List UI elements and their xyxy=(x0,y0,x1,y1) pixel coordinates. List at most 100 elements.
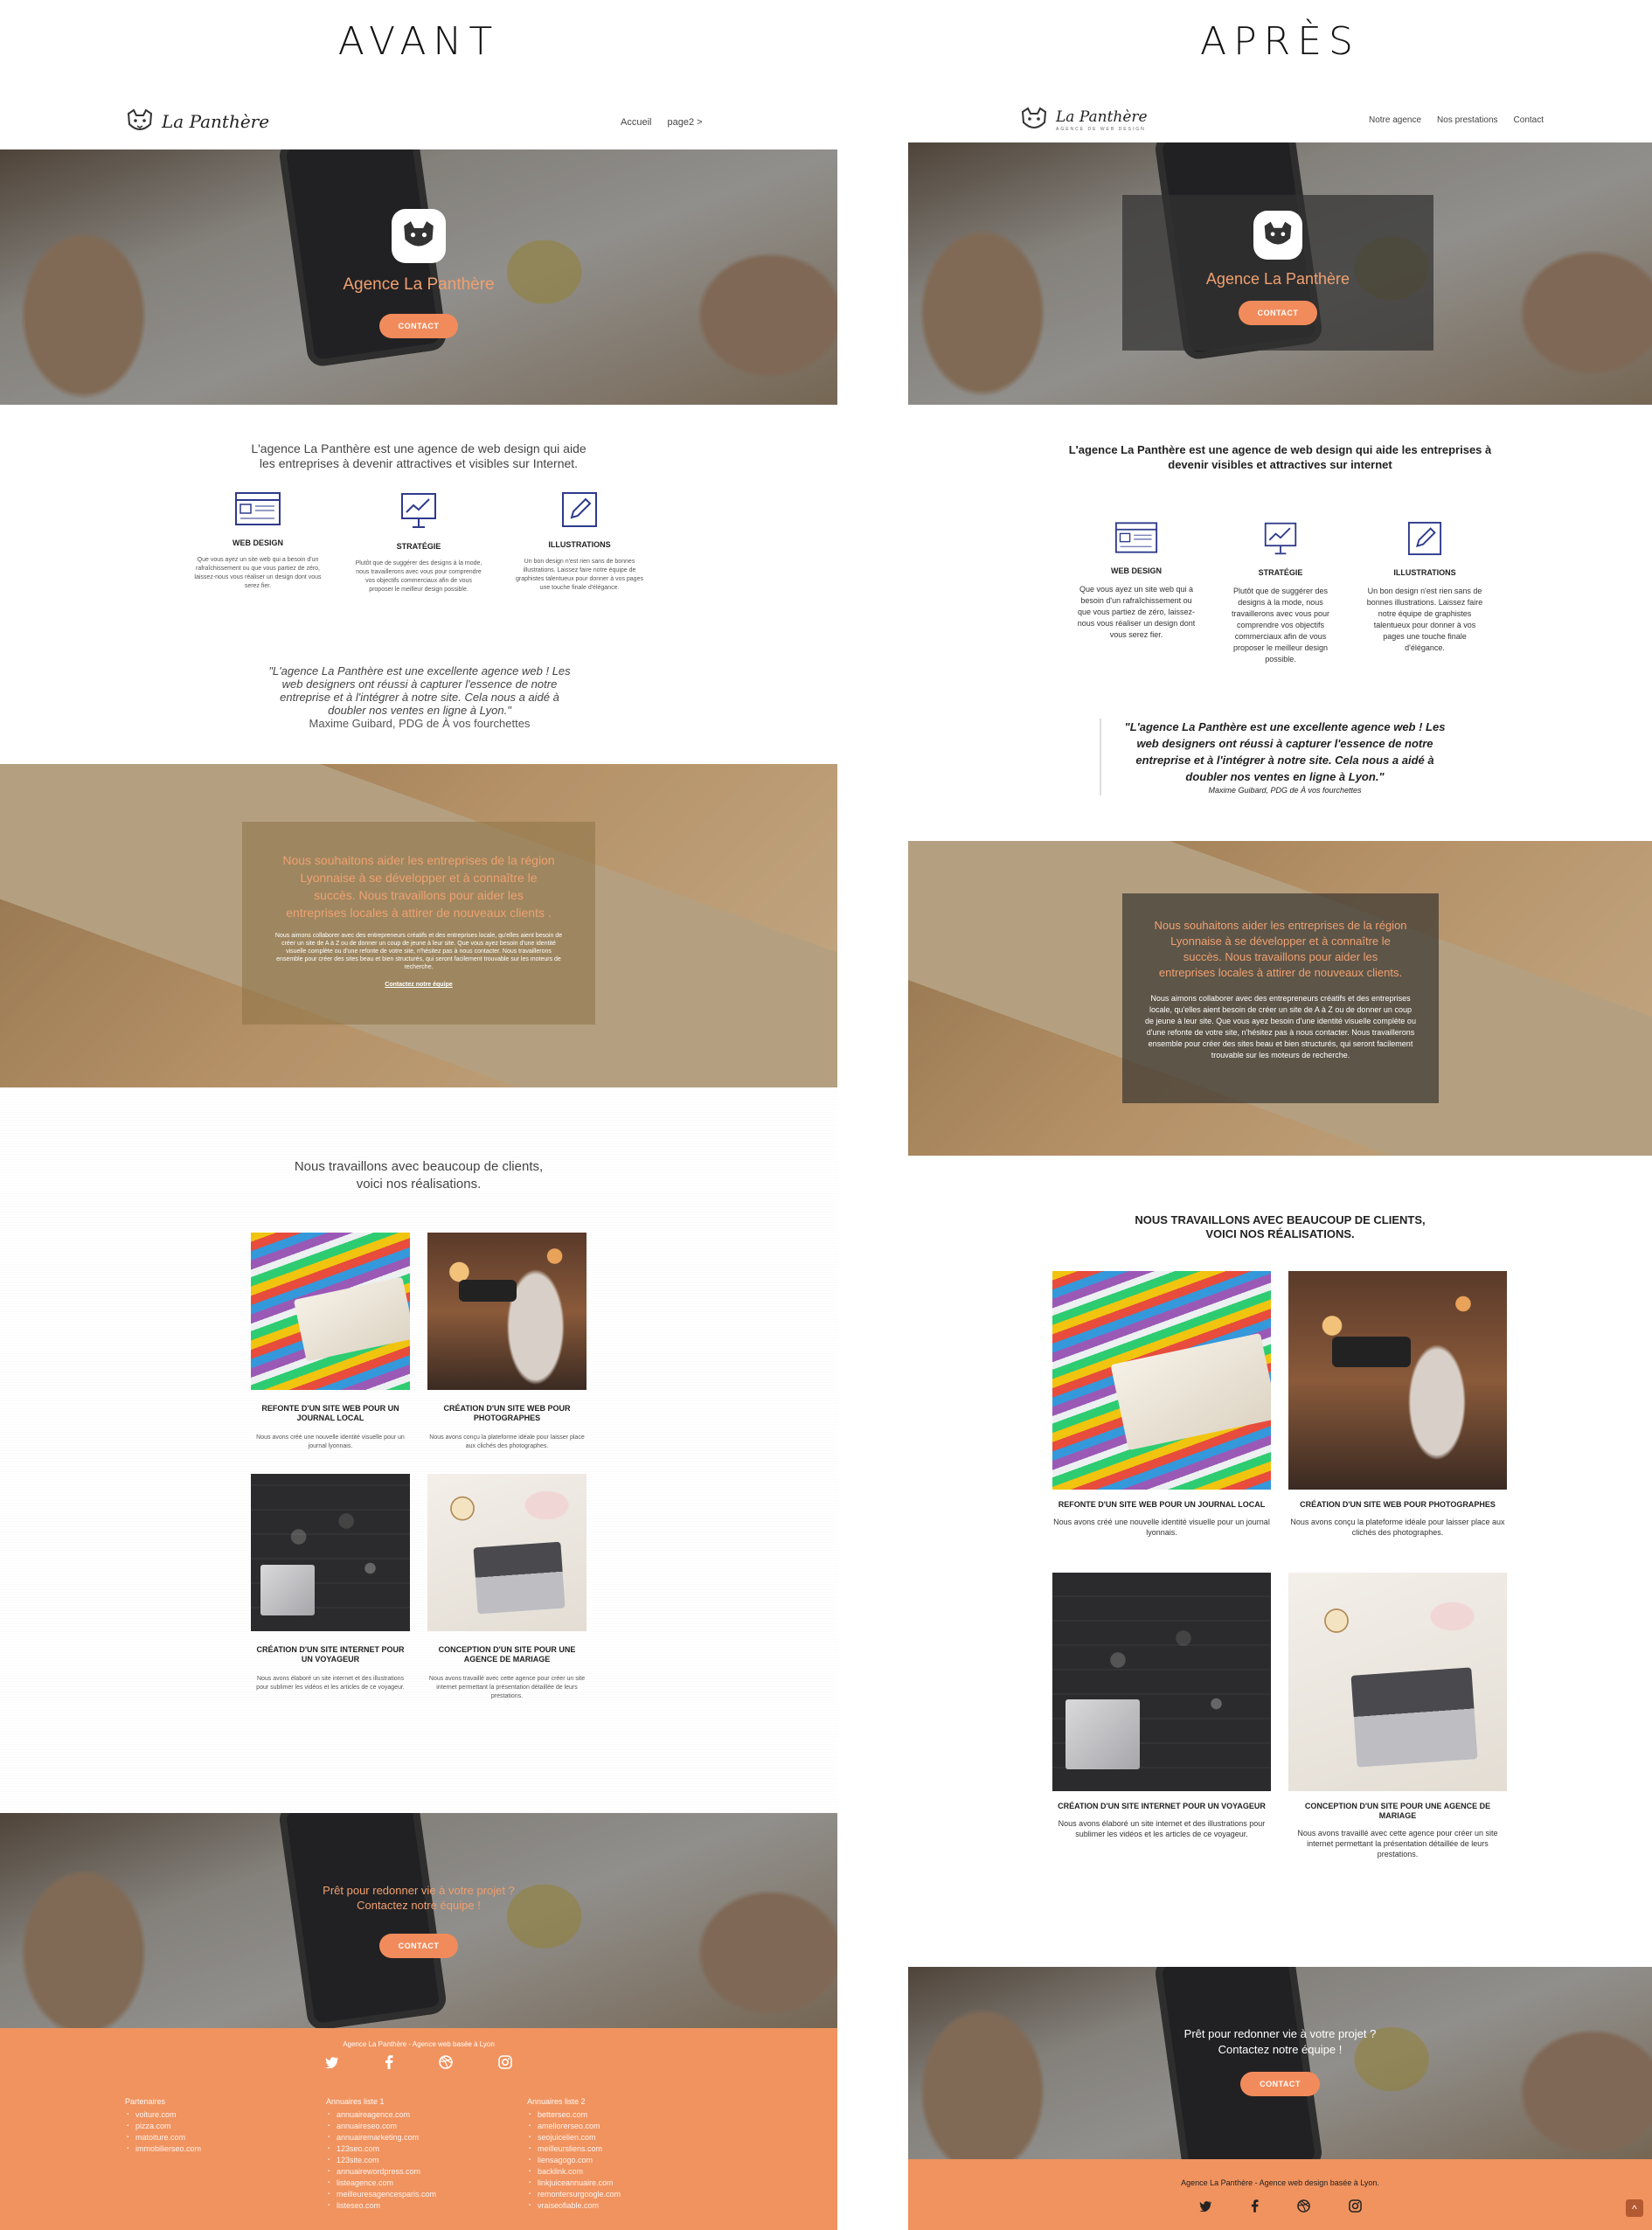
avant-directory: Partenaires voiture.com pizza.com matoit… xyxy=(125,2096,641,2212)
directory-link[interactable]: immobilierseo.com xyxy=(125,2143,239,2155)
apres-quote-author: Maxime Guibard, PDG de À vos fourchettes xyxy=(1208,786,1362,795)
apres-work-card[interactable]: CRÉATION D'UN SITE INTERNET POUR UN VOYA… xyxy=(1052,1573,1271,1859)
instagram-icon[interactable] xyxy=(498,2055,512,2069)
avant-quote-line: "L'agence La Panthère est une excellente… xyxy=(268,664,571,677)
directory-link[interactable]: ameliorerseo.com xyxy=(527,2121,641,2132)
directory-link[interactable]: betterseo.com xyxy=(527,2109,641,2121)
avant-work-title: CONCEPTION D'UN SITE POUR UNE AGENCE DE … xyxy=(438,1645,576,1664)
directory-link[interactable]: annuaireagence.com xyxy=(326,2109,440,2121)
twitter-icon[interactable] xyxy=(1198,2199,1212,2213)
presentation-chart-icon xyxy=(1264,522,1297,555)
directory-link[interactable]: voiture.com xyxy=(125,2109,239,2121)
apres-menu: Notre agence Nos prestations Contact xyxy=(1369,115,1544,125)
avant-hero-logo-badge xyxy=(392,209,446,263)
apres-hero-contact-button[interactable]: CONTACT xyxy=(1238,301,1318,325)
apres-cta-contact-button[interactable]: CONTACT xyxy=(1240,2072,1320,2096)
avant-work-text: Nous avons conçu la plateforme idéale po… xyxy=(429,1435,585,1449)
directory-link[interactable]: meilleuresagencesparis.com xyxy=(326,2189,440,2200)
avant-logo-text: La Panthère xyxy=(162,111,270,132)
directory-heading: Partenaires xyxy=(125,2097,166,2106)
twitter-icon[interactable] xyxy=(325,2055,339,2069)
apres-menu-prestations[interactable]: Nos prestations xyxy=(1437,115,1497,125)
avant-hero-contact-button[interactable]: CONTACT xyxy=(378,314,459,338)
photographer-photo xyxy=(1288,1271,1507,1490)
avant-work-card[interactable]: CRÉATION D'UN SITE WEB POUR PHOTOGRAPHES… xyxy=(427,1233,587,1451)
browser-window-icon xyxy=(1114,522,1158,553)
dribbble-icon[interactable] xyxy=(439,2055,453,2069)
directory-link[interactable]: listeseo.com xyxy=(326,2200,440,2212)
photographer-photo xyxy=(427,1233,587,1390)
panther-face-icon xyxy=(1264,221,1292,245)
avant-mission-body: Nous aimons collaborer avec des entrepre… xyxy=(274,933,563,970)
apres-intro: L'agence La Panthère est une agence de w… xyxy=(908,442,1652,472)
directory-link[interactable]: vraiseofiable.com xyxy=(527,2200,641,2212)
apres-menu-contact[interactable]: Contact xyxy=(1514,115,1544,125)
avant-work-title: REFONTE D'UN SITE WEB POUR UN JOURNAL LO… xyxy=(261,1404,399,1422)
apres-cta-text: Prêt pour redonner vie à votre projet ? … xyxy=(908,2026,1652,2058)
apres-cta-line: Prêt pour redonner vie à votre projet ? xyxy=(1183,2027,1377,2040)
avant-quote-line: entreprise et à l'intégrer à notre site.… xyxy=(280,691,559,704)
directory-link[interactable]: linkjuiceannuaire.com xyxy=(527,2178,641,2189)
avant-work-card[interactable]: REFONTE D'UN SITE WEB POUR UN JOURNAL LO… xyxy=(251,1233,410,1451)
apres-logo-text: La Panthère xyxy=(1056,108,1148,126)
directory-link[interactable]: remontersurgoogle.com xyxy=(527,2189,641,2200)
apres-menu-agence[interactable]: Notre agence xyxy=(1369,115,1421,125)
apres-service-title: ILLUSTRATIONS xyxy=(1393,568,1456,577)
apres-mission-headline-line: Nous souhaitons aider les entreprises de… xyxy=(1154,919,1407,932)
panther-logo-icon xyxy=(1021,107,1047,129)
avant-service-text: Plutôt que de suggérer des designs à la … xyxy=(355,560,482,593)
travel-gear-photo xyxy=(1052,1573,1271,1791)
avant-social-links xyxy=(0,2055,837,2069)
scroll-to-top-button[interactable]: ^ xyxy=(1626,2199,1643,2217)
directory-link[interactable]: pizza.com xyxy=(125,2121,239,2132)
avant-service-webdesign: WEB DESIGN Que vous ayez un site web qui… xyxy=(192,491,323,594)
apres-logo[interactable]: La Panthère AGENCE DE WEB DESIGN xyxy=(1019,107,1148,133)
directory-link[interactable]: annuairemarketing.com xyxy=(326,2132,440,2143)
apres-quote-line: "L'agence La Panthère est une excellente… xyxy=(1124,720,1446,733)
apres-work-card[interactable]: REFONTE D'UN SITE WEB POUR UN JOURNAL LO… xyxy=(1052,1271,1271,1538)
avant-work-card[interactable]: CRÉATION D'UN SITE INTERNET POUR UN VOYA… xyxy=(251,1474,410,1701)
avant-work-text: Nous avons créé une nouvelle identité vi… xyxy=(256,1435,405,1449)
directory-link[interactable]: listeagence.com xyxy=(326,2178,440,2189)
instagram-icon[interactable] xyxy=(1348,2199,1362,2213)
directory-heading: Annuaires liste 1 xyxy=(326,2097,385,2106)
avant-cta-text: Prêt pour redonner vie à votre projet ? … xyxy=(0,1883,837,1913)
avant-works-title-line: Nous travaillons avec beaucoup de client… xyxy=(294,1159,544,1174)
apres-work-text: Nous avons élaboré un site internet et d… xyxy=(1058,1819,1266,1838)
dribbble-icon[interactable] xyxy=(1296,2199,1310,2213)
directory-link[interactable]: 123site.com xyxy=(326,2155,440,2166)
apres-cta-section: Prêt pour redonner vie à votre projet ? … xyxy=(908,1967,1652,2159)
avant-service-text: Un bon design n'est rien sans de bonnes … xyxy=(516,559,643,591)
panther-face-icon xyxy=(404,221,434,247)
directory-link[interactable]: annuaireseo.com xyxy=(326,2121,440,2132)
apres-service-title: STRATÉGIE xyxy=(1258,568,1303,577)
directory-link[interactable]: annuairewordpress.com xyxy=(326,2166,440,2178)
directory-link[interactable]: 123seo.com xyxy=(326,2143,440,2155)
apres-quote-line: web designers ont réussi à capturer l'es… xyxy=(1136,737,1433,750)
apres-work-card[interactable]: CONCEPTION D'UN SITE POUR UNE AGENCE DE … xyxy=(1288,1573,1507,1859)
avant-cta-content: Prêt pour redonner vie à votre projet ? … xyxy=(0,1883,837,1958)
avant-mission-contact-link[interactable]: Contactez notre équipe xyxy=(274,982,564,988)
avant-directory-list-1: Annuaires liste 1 annuaireagence.com ann… xyxy=(326,2096,440,2212)
directory-link[interactable]: liensagogo.com xyxy=(527,2155,641,2166)
directory-link[interactable]: meilleursliens.com xyxy=(527,2143,641,2155)
apres-work-card[interactable]: CRÉATION D'UN SITE WEB POUR PHOTOGRAPHES… xyxy=(1288,1271,1507,1538)
directory-link[interactable]: matoiture.com xyxy=(125,2132,239,2143)
avant-cta-section: Prêt pour redonner vie à votre projet ? … xyxy=(0,1813,837,2028)
avant-work-card[interactable]: CONCEPTION D'UN SITE POUR UNE AGENCE DE … xyxy=(427,1474,587,1701)
avant-work-text: Nous avons élaboré un site internet et d… xyxy=(256,1676,405,1691)
facebook-icon[interactable] xyxy=(1251,2199,1259,2213)
apres-hero-logo-badge xyxy=(1253,211,1302,260)
apres-hero-box: Agence La Panthère CONTACT xyxy=(1122,195,1433,351)
facebook-icon[interactable] xyxy=(385,2055,393,2069)
avant-menu-accueil[interactable]: Accueil xyxy=(621,117,651,128)
apres-service-illustrations: ILLUSTRATIONS Un bon design n'est rien s… xyxy=(1364,521,1486,665)
avant-logo[interactable]: La Panthère xyxy=(125,108,269,135)
avant-menu-page2[interactable]: page2 > xyxy=(667,117,702,128)
directory-link[interactable]: seojuicelien.com xyxy=(527,2132,641,2143)
avant-cta-contact-button[interactable]: CONTACT xyxy=(378,1934,459,1958)
directory-link[interactable]: backlink.com xyxy=(527,2166,641,2178)
apres-service-text: Plutôt que de suggérer des designs à la … xyxy=(1231,587,1330,663)
apres-services: WEB DESIGN Que vous ayez un site web qui… xyxy=(1075,521,1486,665)
apres-mission-box: Nous souhaitons aider les entreprises de… xyxy=(1122,893,1439,1103)
